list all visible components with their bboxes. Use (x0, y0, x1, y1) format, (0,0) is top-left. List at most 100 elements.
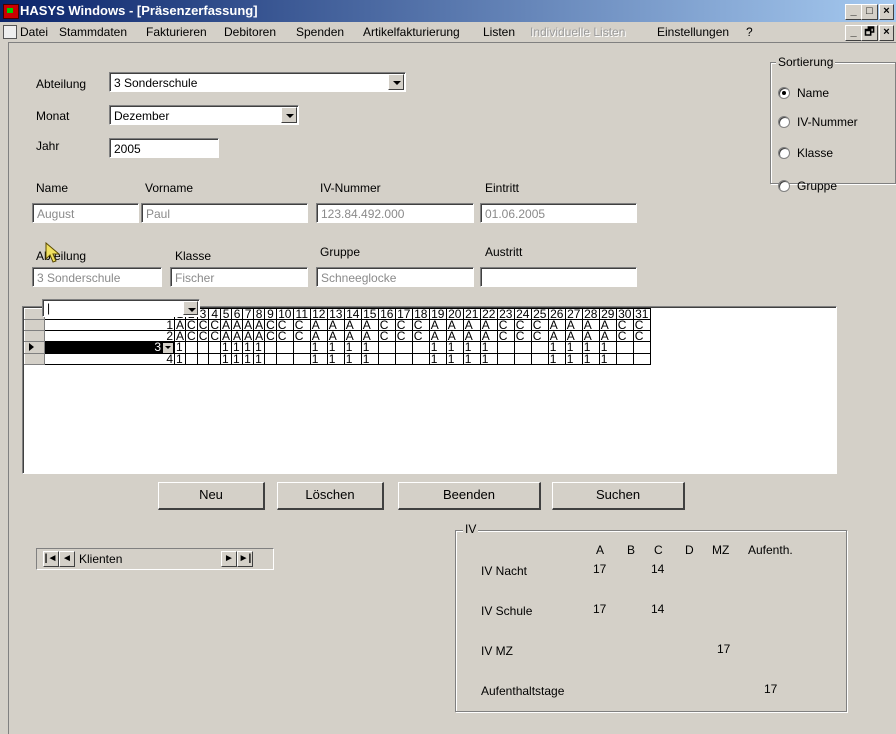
vorname-field[interactable]: Paul (141, 203, 308, 223)
grid-header-day[interactable]: 15 (360, 308, 379, 320)
day-cell[interactable]: C (411, 319, 430, 331)
grid-header-day[interactable]: 28 (581, 308, 600, 320)
day-cell[interactable]: 1 (564, 352, 583, 365)
day-cell[interactable]: A (547, 330, 566, 342)
day-cell[interactable]: A (253, 319, 266, 331)
sort-gruppe-radio[interactable] (778, 180, 790, 192)
day-cell[interactable]: 1 (598, 352, 617, 365)
day-cell[interactable] (496, 352, 515, 365)
day-cell[interactable]: C (513, 330, 532, 342)
grid-header-day[interactable]: 22 (479, 308, 498, 320)
day-cell[interactable]: 1 (360, 352, 379, 365)
day-cell[interactable]: C (377, 319, 396, 331)
menu-stammdaten[interactable]: Stammdaten (59, 25, 127, 39)
day-cell[interactable] (264, 352, 277, 365)
menu-artikelfakturierung[interactable]: Artikelfakturierung (363, 25, 460, 39)
last-record-button[interactable]: ►| (237, 551, 253, 567)
menu-help[interactable]: ? (746, 25, 753, 39)
day-cell[interactable]: 1 (428, 341, 447, 354)
grid-header-day[interactable]: 21 (462, 308, 481, 320)
menu-spenden[interactable]: Spenden (296, 25, 344, 39)
day-cell[interactable]: 1 (581, 341, 600, 354)
day-cell[interactable]: C (185, 330, 198, 342)
day-cell[interactable]: C (208, 330, 222, 342)
chevron-down-icon[interactable] (281, 107, 297, 123)
day-cell[interactable]: A (598, 319, 617, 331)
day-cell[interactable]: C (615, 319, 634, 331)
day-cell[interactable]: A (242, 319, 255, 331)
day-cell[interactable]: A (253, 330, 266, 342)
day-cell[interactable] (530, 341, 549, 354)
day-cell[interactable] (208, 341, 222, 354)
day-cell[interactable]: 1 (326, 341, 345, 354)
day-cell[interactable]: A (231, 330, 244, 342)
grid-header-day[interactable]: 19 (428, 308, 447, 320)
day-cell[interactable] (513, 341, 532, 354)
minimize-button[interactable]: _ (845, 4, 862, 20)
grid-header-day[interactable]: 11 (292, 308, 311, 320)
grid-header-day[interactable]: 18 (411, 308, 430, 320)
day-cell[interactable]: A (360, 319, 379, 331)
day-cell[interactable]: 1 (231, 341, 244, 354)
row-number-cell[interactable]: 2 (44, 330, 175, 342)
day-cell[interactable]: 1 (462, 352, 481, 365)
row-number-cell[interactable]: 4 (44, 352, 175, 365)
grid-header-day[interactable]: 26 (547, 308, 566, 320)
row-selector[interactable] (24, 341, 45, 354)
day-cell[interactable]: 1 (173, 341, 187, 354)
grid-header-day[interactable]: 30 (615, 308, 634, 320)
suchen-button[interactable]: Suchen (552, 482, 685, 510)
day-cell[interactable] (632, 341, 651, 354)
day-cell[interactable]: C (615, 330, 634, 342)
day-cell[interactable]: 1 (343, 352, 362, 365)
monat-select[interactable]: Dezember (109, 105, 299, 125)
day-cell[interactable]: A (598, 330, 617, 342)
day-cell[interactable]: A (581, 319, 600, 331)
menu-einstellungen[interactable]: Einstellungen (657, 25, 729, 39)
chevron-down-icon[interactable] (388, 74, 404, 90)
day-cell[interactable]: A (326, 330, 345, 342)
day-cell[interactable]: 1 (309, 352, 328, 365)
grid-header-day[interactable]: 9 (264, 308, 277, 320)
day-cell[interactable]: A (564, 319, 583, 331)
day-cell[interactable]: 1 (309, 341, 328, 354)
row-number-cell[interactable]: 3 (44, 341, 175, 354)
day-cell[interactable]: 1 (326, 352, 345, 365)
grid-header-day[interactable]: 17 (394, 308, 413, 320)
table-row[interactable]: 311111111111111111 (24, 341, 651, 354)
day-cell[interactable]: C (185, 319, 198, 331)
day-cell[interactable]: A (220, 319, 233, 331)
day-cell[interactable]: C (275, 330, 294, 342)
day-cell[interactable]: A (445, 330, 464, 342)
day-cell[interactable]: 1 (220, 352, 233, 365)
day-cell[interactable] (185, 352, 198, 365)
day-cell[interactable] (264, 341, 277, 354)
grid-header-day[interactable]: 13 (326, 308, 345, 320)
chevron-down-icon[interactable] (183, 301, 198, 315)
day-cell[interactable]: 1 (343, 341, 362, 354)
next-record-button[interactable]: ► (221, 551, 237, 567)
day-cell[interactable] (185, 341, 198, 354)
grid-header-day[interactable]: 16 (377, 308, 396, 320)
menu-datei[interactable]: Datei (20, 25, 48, 39)
iv-nummer-field[interactable]: 123.84.492.000 (316, 203, 474, 223)
mdi-restore-button[interactable]: 🗗 (861, 25, 878, 41)
day-cell[interactable]: 1 (173, 352, 187, 365)
day-cell[interactable]: 1 (479, 341, 498, 354)
sort-klasse-radio[interactable] (778, 147, 790, 159)
day-cell[interactable]: A (173, 330, 187, 342)
day-cell[interactable]: 1 (220, 341, 233, 354)
day-cell[interactable]: C (377, 330, 396, 342)
abteilung-select[interactable]: 3 Sonderschule (109, 72, 406, 92)
day-cell[interactable]: A (343, 330, 362, 342)
grid-header-day[interactable]: 10 (275, 308, 294, 320)
day-cell[interactable] (394, 341, 413, 354)
day-cell[interactable]: 1 (445, 341, 464, 354)
day-cell[interactable]: A (242, 330, 255, 342)
sort-name-radio[interactable] (778, 87, 790, 99)
sort-gruppe-label[interactable]: Gruppe (797, 179, 837, 193)
day-cell[interactable]: A (462, 319, 481, 331)
day-cell[interactable]: C (530, 330, 549, 342)
day-cell[interactable] (377, 352, 396, 365)
day-cell[interactable] (292, 352, 311, 365)
